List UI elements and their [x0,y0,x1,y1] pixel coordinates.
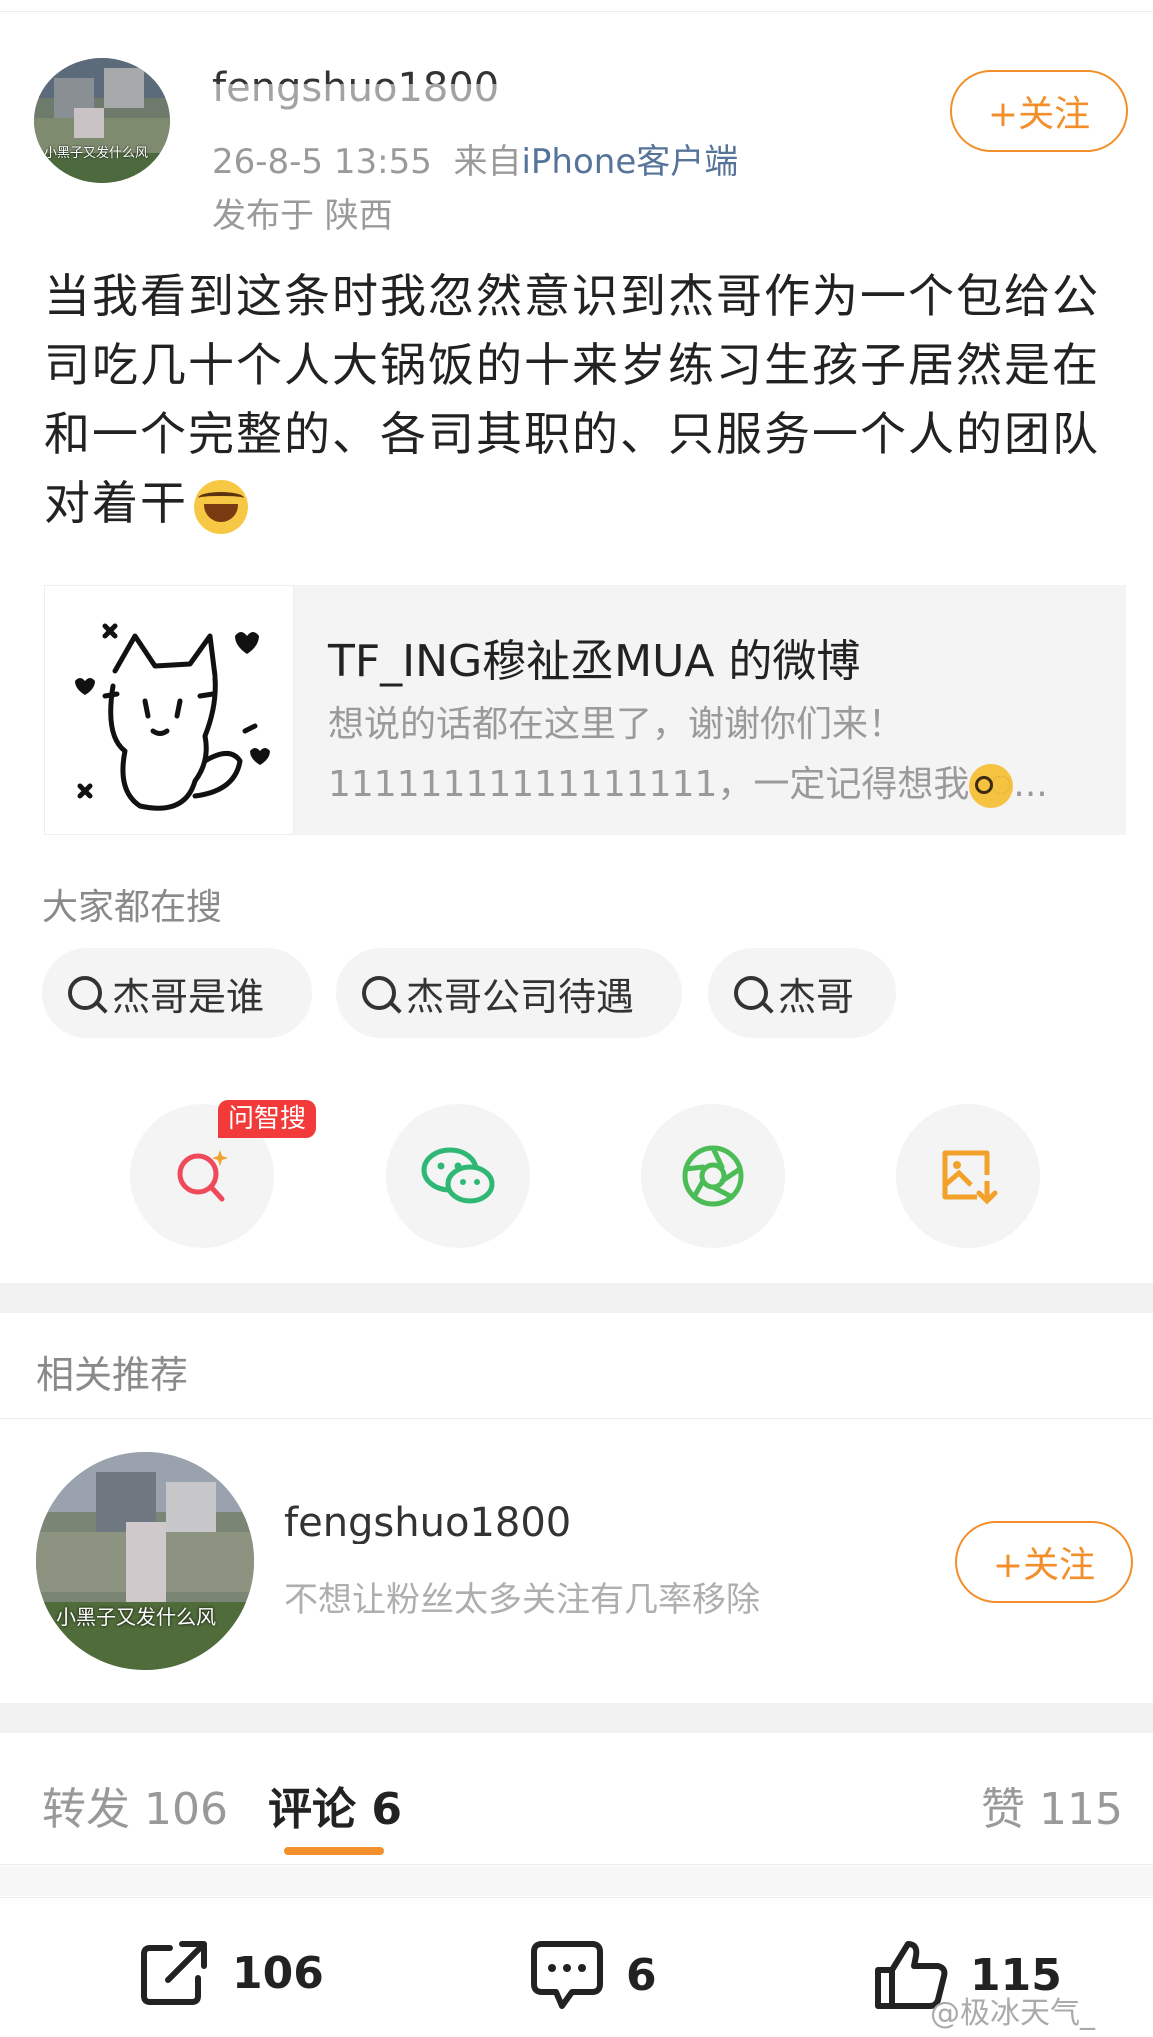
repost-icon [141,1941,207,2005]
post-content: 当我看到这条时我忽然意识到杰哥作为一个包给公司吃几十个人大锅饭的十来岁练习生孩子… [44,262,1124,538]
save-image-icon [942,1150,998,1205]
nerd-emoji-icon [969,764,1014,808]
divider [0,1418,1153,1419]
post-author-avatar[interactable]: 小黑子又发什么风 [34,58,170,183]
card-description: 想说的话都在这里了，谢谢你们来！ 11111111111111111，一定记得想… [328,695,1098,815]
post-time: 26-8-5 13:55 [212,142,432,182]
post-tabs: 转发 106 评论 6 赞 115 [0,1733,1153,1861]
wechat-icon [421,1147,495,1204]
divider [0,1864,1153,1865]
weibo-link-card[interactable]: TF_ING穆祉丞MUA 的微博 想说的话都在这里了，谢谢你们来！ 111111… [44,585,1126,835]
search-chip-1[interactable]: 杰哥是谁 [42,948,312,1038]
share-moments-button[interactable] [641,1104,785,1248]
tab-like[interactable]: 赞 115 [981,1773,1123,1837]
laugh-cry-emoji-icon [194,479,248,534]
comment-icon [531,1941,603,2009]
search-chip-3[interactable]: 杰哥 [708,948,896,1038]
ai-search-badge: 问智搜 [218,1100,317,1138]
cat-doodle-icon [75,623,270,811]
related-user-avatar[interactable]: 小黑子又发什么风 [36,1452,254,1670]
card-thumbnail [44,585,294,835]
follow-button[interactable]: +关注 [955,1521,1133,1603]
watermark: @极冰天气_ [930,1996,1095,2031]
card-desc-line-2: 11111111111111111，一定记得想我... [328,755,1098,815]
post-source[interactable]: iPhone客户端 [521,142,738,182]
search-icon [68,976,102,1010]
card-desc-line-1: 想说的话都在这里了，谢谢你们来！ [328,704,905,745]
ai-search-icon [177,1150,228,1202]
search-chip-2[interactable]: 杰哥公司待遇 [336,948,682,1038]
comment-button[interactable]: 6 [528,1938,657,2012]
follow-button[interactable]: +关注 [950,70,1128,152]
top-divider [0,0,1153,12]
trending-search-heading: 大家都在搜 [42,887,223,928]
related-description: 不想让粉丝太多关注有几率移除 [284,1580,760,1620]
comment-count: 6 [626,1949,657,2001]
section-divider [0,1866,1153,1896]
tab-repost[interactable]: 转发 106 [42,1773,228,1837]
card-title: TF_ING穆祉丞MUA 的微博 [328,636,861,687]
section-divider [0,1703,1153,1733]
avatar-caption: 小黑子又发什么风 [56,1605,216,1629]
related-username[interactable]: fengshuo1800 [284,1500,614,1544]
section-divider [0,1283,1153,1313]
post-meta: 26-8-5 13:55 来自iPhone客户端 [212,134,738,183]
share-wechat-button[interactable] [386,1104,530,1248]
search-icon [734,976,768,1010]
post-location: 发布于 陕西 [212,196,393,236]
post-username[interactable]: fengshuo1800 [212,66,512,110]
repost-button[interactable]: 106 [138,1938,324,2008]
related-heading: 相关推荐 [36,1353,189,1397]
moments-icon [682,1145,744,1207]
avatar-caption: 小黑子又发什么风 [44,146,149,161]
tab-comment[interactable]: 评论 6 [268,1773,402,1837]
repost-count: 106 [232,1947,324,1999]
search-icon [362,976,396,1010]
post-from-label: 来自 [453,142,522,182]
active-tab-indicator [284,1847,384,1855]
save-image-button[interactable] [896,1104,1040,1248]
